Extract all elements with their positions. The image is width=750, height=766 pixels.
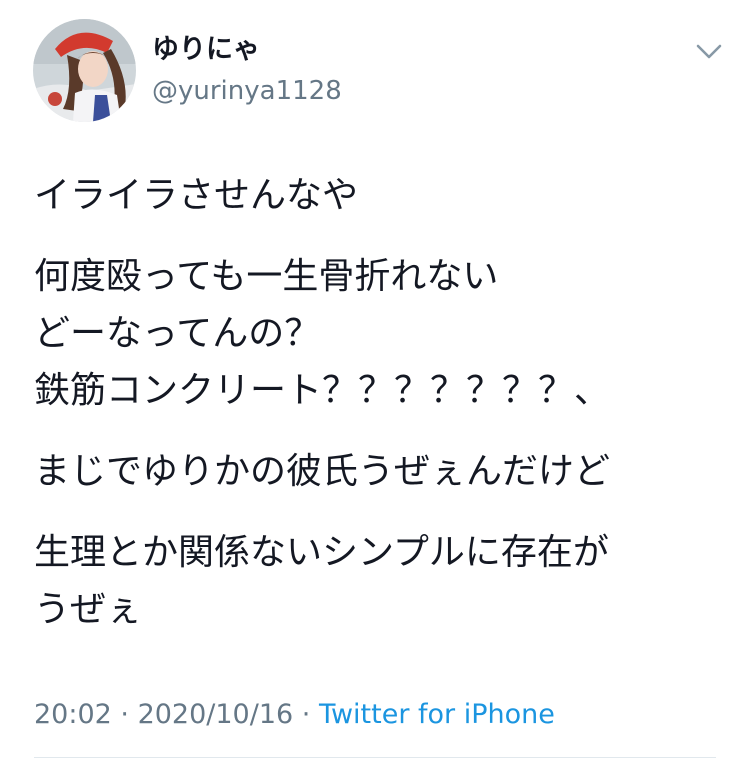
tweet-paragraph: イライラさせんなや [34,167,734,224]
tweet-paragraph: 何度殴っても一生骨折れない どーなってんの？ 鉄筋コンクリート？？？？？？？、 [34,248,734,419]
tweet-date[interactable]: 2020/10/16 [138,699,294,730]
tweet-paragraph: まじでゆりかの彼氏うぜぇんだけど [34,443,734,500]
tweet-text: イライラさせんなや 何度殴っても一生骨折れない どーなってんの？ 鉄筋コンクリー… [34,167,734,662]
tweet-line: どーなってんの？ [34,313,321,354]
divider [34,757,716,758]
meta-separator: · [293,699,319,730]
tweet-paragraph: 生理とか関係ないシンプルに存在が うぜぇ [34,524,734,638]
tweet-source-link[interactable]: Twitter for iPhone [319,699,555,730]
chevron-down-icon[interactable] [694,40,724,62]
tweet-time[interactable]: 20:02 [34,699,112,730]
tweet-line: 生理とか関係ないシンプルに存在が [34,532,609,573]
tweet-line: まじでゆりかの彼氏うぜぇんだけど [34,451,611,492]
tweet-meta: 20:02 · 2020/10/16 · Twitter for iPhone [34,698,555,732]
meta-separator: · [111,699,138,730]
avatar[interactable] [33,19,136,122]
tweet-line: 何度殴っても一生骨折れない [34,256,499,297]
tweet-line: 鉄筋コンクリート？？？？？？？、 [34,370,611,411]
handle[interactable]: @yurinya1128 [152,78,342,104]
display-name[interactable]: ゆりにゃ [152,36,260,63]
tweet-line: うぜぇ [34,589,143,630]
tweet-line: イライラさせんなや [34,175,359,216]
avatar-image [33,19,136,122]
